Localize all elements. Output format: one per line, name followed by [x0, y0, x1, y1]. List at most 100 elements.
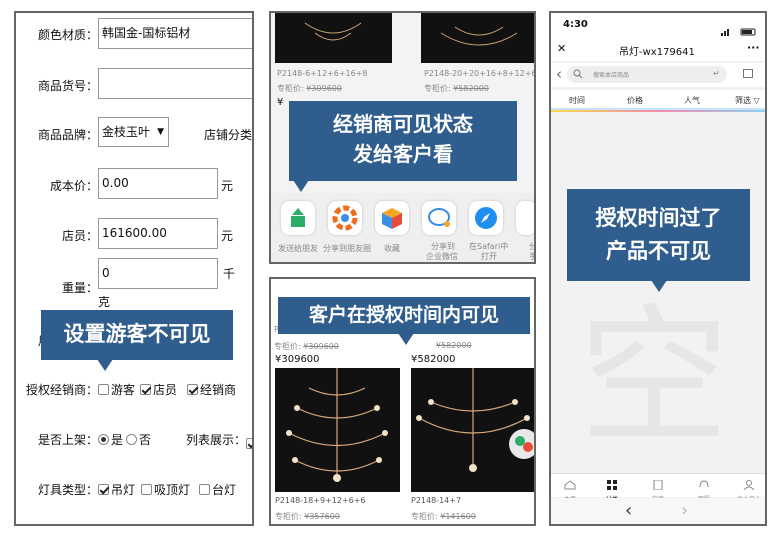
home-icon	[564, 480, 576, 490]
favorite-button[interactable]	[375, 201, 409, 235]
brand-label: 商品品牌：	[38, 128, 99, 142]
share-wecom-button[interactable]	[422, 201, 456, 235]
on-shelf-yes-radio[interactable]: 是	[98, 431, 123, 448]
radio-icon	[126, 434, 137, 445]
brand-select[interactable]: 金枝玉叶 ▼	[98, 117, 169, 147]
product-code: P2148-18+9+12+6+6	[275, 496, 366, 505]
layout-toggle-icon[interactable]	[743, 69, 753, 78]
moments-wheel-icon	[332, 205, 358, 231]
search-placeholder: 搜索本店商品	[593, 72, 630, 79]
close-icon[interactable]: ✕	[557, 42, 566, 55]
cost-unit: 元	[221, 179, 234, 193]
tab-color-strip	[551, 110, 765, 112]
store-category-label: 店铺分类	[204, 128, 253, 142]
table-lamp-checkbox[interactable]: 台灯	[199, 481, 236, 498]
checkbox-icon	[141, 484, 152, 495]
sale-price: ¥582000	[411, 354, 456, 365]
pendant-checkbox[interactable]: 吊灯	[98, 481, 135, 498]
lamp-type-label: 灯具类型：	[38, 483, 99, 497]
auth-dealer-label: 授权经销商：	[26, 383, 99, 397]
safari-compass-icon	[475, 207, 497, 229]
title-bar: ✕ 吊灯-wx179641 ···	[551, 37, 765, 61]
back-icon[interactable]: ‹	[556, 65, 562, 83]
checkbox-checked-icon	[98, 484, 109, 495]
enter-icon: ↵	[713, 69, 720, 78]
share-sheet: 发送给朋友 分享到朋友圈 收藏 分享到 企业微信 在Safari中 打开 分 手	[271, 193, 534, 262]
headset-icon	[699, 480, 709, 488]
document-icon	[653, 479, 663, 491]
cost-label: 成本价：	[50, 179, 99, 193]
brand-value: 金枝玉叶	[102, 125, 151, 139]
store-price-unit: 元	[221, 229, 234, 243]
item-no-input[interactable]	[98, 68, 252, 99]
search-bar: ‹ 搜索本店商品 ↵	[551, 63, 765, 87]
bottom-nav: 主页 分类 文章 客服 个人中心	[551, 473, 765, 503]
chevron-down-icon: ▼	[157, 127, 164, 137]
customer-visible-callout: 客户在授权时间内可见	[278, 297, 530, 345]
browser-nav: ‹ ›	[551, 498, 765, 524]
share-label: 收藏	[384, 244, 400, 253]
on-shelf-no-radio[interactable]: 否	[126, 431, 151, 448]
product-image[interactable]	[275, 368, 400, 492]
more-icon[interactable]: ···	[747, 41, 760, 54]
cost-input[interactable]: 0.00	[98, 168, 218, 199]
chandelier-image	[286, 368, 388, 482]
radio-selected-icon	[98, 434, 109, 445]
open-in-safari-button[interactable]	[469, 201, 503, 235]
on-shelf-label: 是否上架：	[38, 433, 99, 447]
signal-wifi-battery-icon	[721, 21, 757, 36]
list-display-label: 列表展示：	[186, 433, 247, 447]
weight-label: 重量：	[62, 281, 99, 295]
browser-forward-icon[interactable]: ›	[681, 500, 688, 521]
ceiling-checkbox[interactable]: 吸顶灯	[141, 481, 190, 498]
product-image[interactable]	[275, 13, 392, 63]
share-sheet-panel: P2148-6+12+6+16+8 P2148-20+20+16+8+12+6+…	[269, 11, 536, 264]
user-icon	[743, 480, 755, 491]
weight-unit-bottom: 克	[98, 295, 111, 309]
dealer-checkbox[interactable]: 经销商	[187, 381, 236, 398]
search-input[interactable]: 搜索本店商品 ↵	[567, 66, 727, 83]
page-title: 吊灯-wx179641	[619, 47, 695, 58]
filter-button[interactable]: 筛选 ▽	[735, 95, 760, 106]
tab-time[interactable]: 时间	[569, 95, 585, 106]
send-to-friend-button[interactable]	[281, 201, 315, 235]
share-label: 打开	[481, 252, 497, 261]
store-price-input[interactable]: 161600.00	[98, 218, 218, 249]
browser-back-icon[interactable]: ‹	[625, 500, 632, 521]
price-label: 专柜价: ¥582000	[424, 84, 489, 93]
wecom-icon	[428, 208, 450, 227]
share-moments-button[interactable]	[328, 201, 362, 235]
sort-tabs: 时间 价格 人气 筛选 ▽	[551, 90, 765, 110]
share-label: 手	[529, 251, 534, 262]
clock-time: 4:30	[563, 19, 588, 30]
price-label: 专柜价: ¥141600	[411, 512, 476, 521]
sale-price: ¥	[277, 97, 284, 108]
more-share-button[interactable]	[516, 201, 534, 235]
tab-popularity[interactable]: 人气	[684, 95, 700, 106]
weight-input[interactable]: 0	[98, 258, 218, 289]
clerk-checkbox[interactable]: 店员	[140, 381, 177, 398]
color-material-label: 颜色材质：	[38, 28, 99, 42]
mobile-shop-panel: 4:30 ✕ 吊灯-wx179641 ··· ‹ 搜索本店商品 ↵ 时间 价格 …	[549, 11, 767, 526]
weight-unit-top: 千	[223, 267, 236, 281]
floating-widget-icon[interactable]	[509, 429, 534, 459]
share-label: 分享到朋友圈	[323, 244, 371, 253]
product-code: P2148-14+7	[411, 496, 462, 505]
share-arrow-icon	[291, 208, 305, 227]
expired-callout: 授权时间过了 产品不可见	[567, 189, 750, 292]
tab-price[interactable]: 价格	[627, 95, 643, 106]
guest-checkbox[interactable]: 游客	[98, 381, 135, 398]
checkbox-icon	[199, 484, 210, 495]
filter-icon: ▽	[753, 96, 760, 105]
price-label: 专柜价: ¥309600	[274, 342, 339, 351]
share-label: 发送给朋友	[278, 244, 318, 253]
grid-icon	[607, 480, 617, 490]
store-price-label: 店员：	[62, 229, 99, 243]
product-image[interactable]	[421, 13, 534, 63]
customer-product-grid-panel: 专柜价: ¥309600 ¥582000 P ¥309600 ¥582000 客…	[269, 277, 536, 526]
product-form-panel: 颜色材质： 韩国金-国标铝材 商品货号： 商品品牌： 金枝玉叶 ▼ 店铺分类 成…	[14, 11, 254, 526]
chandelier-image	[440, 26, 518, 46]
list-display-checkbox[interactable]	[246, 438, 252, 449]
color-material-input[interactable]: 韩国金-国标铝材	[98, 18, 252, 49]
checkbox-checked-icon	[187, 384, 198, 395]
